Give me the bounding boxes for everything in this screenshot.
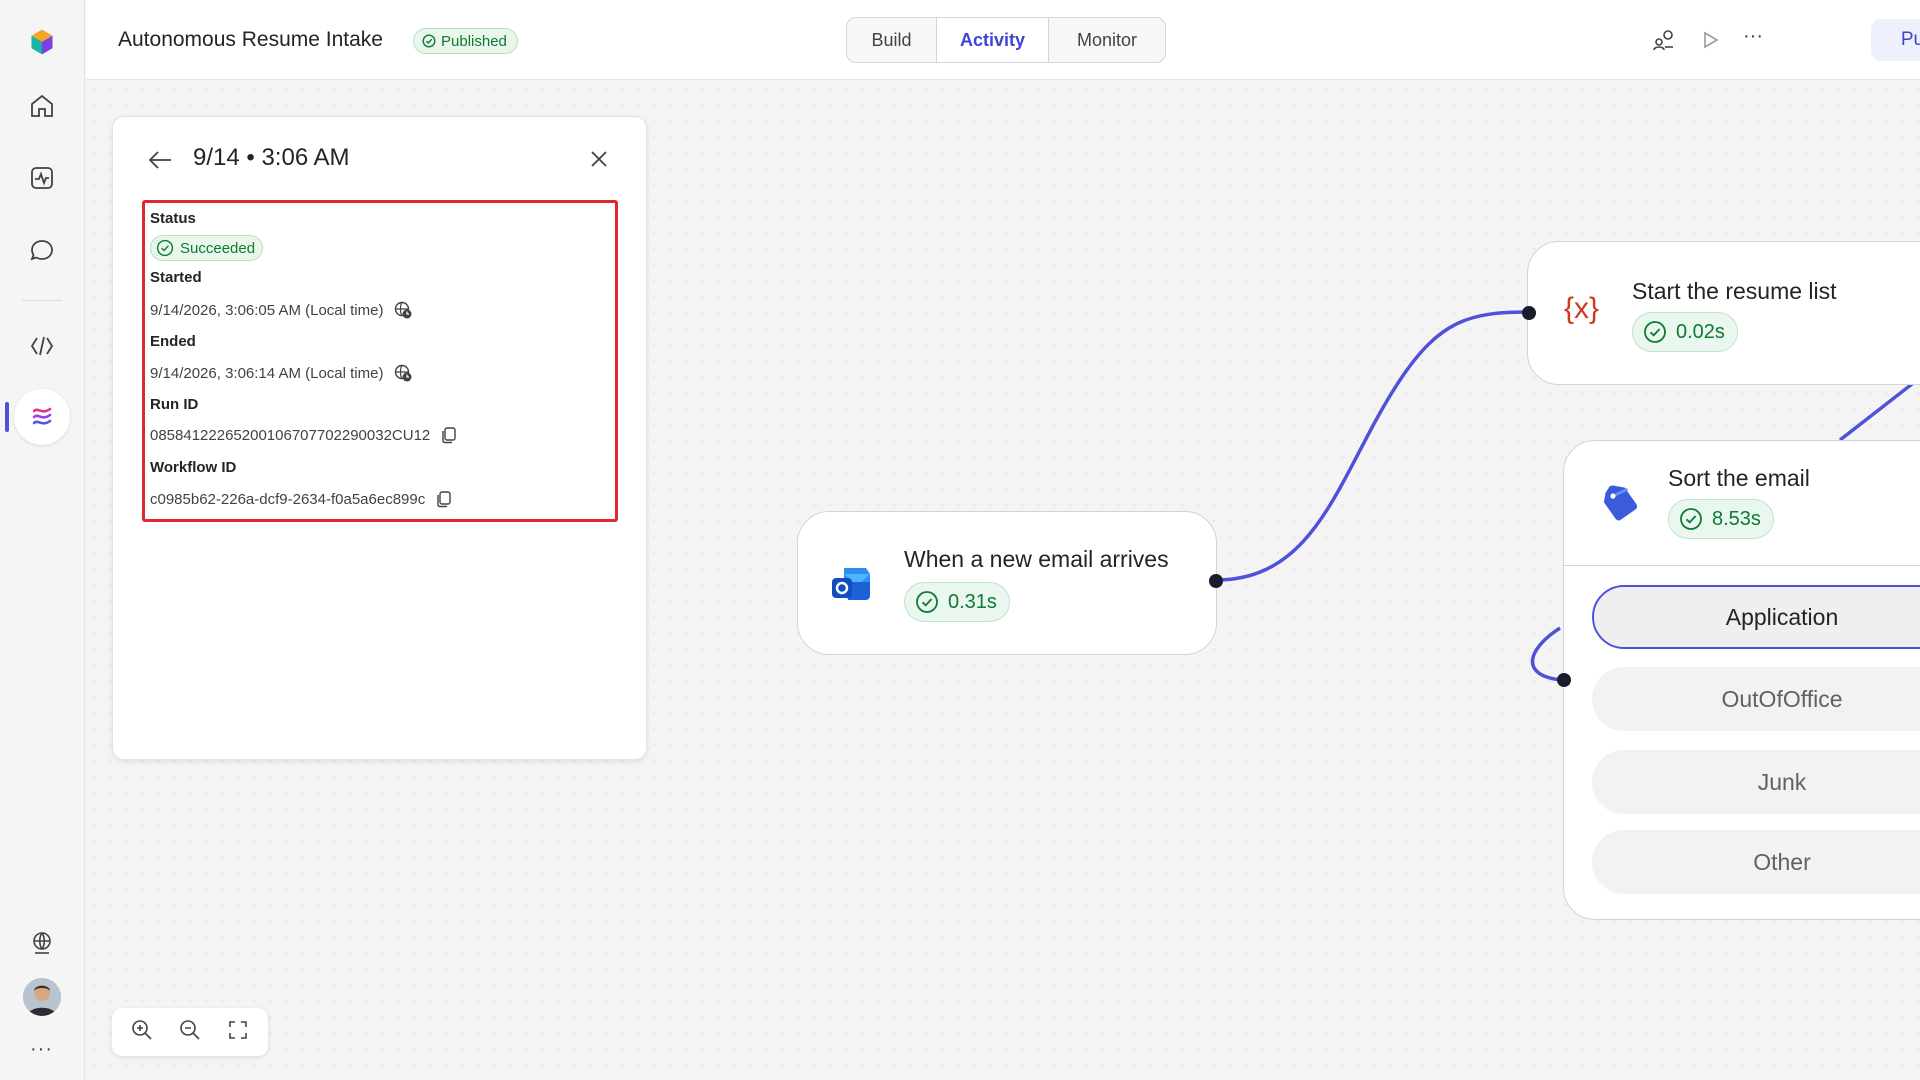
node-email-trigger[interactable]: When a new email arrives 0.31s (797, 511, 1217, 655)
outlook-icon (830, 562, 872, 609)
check-circle-icon (916, 591, 938, 613)
duration-value: 0.31s (948, 590, 997, 613)
copy-icon[interactable] (435, 490, 453, 508)
run-id-row: 08584122265200106707702290032CU12 (150, 426, 458, 444)
run-id-value: 08584122265200106707702290032CU12 (150, 426, 431, 444)
check-circle-icon (156, 239, 174, 257)
workflow-id-label: Workflow ID (150, 459, 237, 476)
duration-badge: 8.53s (1668, 499, 1774, 539)
started-row: 9/14/2026, 3:06:05 AM (Local time) (150, 300, 413, 320)
copy-icon[interactable] (440, 426, 458, 444)
duration-value: 8.53s (1712, 507, 1761, 530)
globe-clock-icon[interactable] (393, 300, 413, 320)
status-value: Succeeded (180, 239, 256, 257)
duration-badge: 0.31s (904, 582, 1010, 622)
check-circle-icon (1644, 321, 1666, 343)
status-badge: Succeeded (150, 235, 264, 261)
connector-sort-to-application (1530, 626, 1563, 682)
close-icon[interactable] (587, 147, 611, 176)
duration-value: 0.02s (1676, 320, 1725, 343)
workflow-id-value: c0985b62-226a-dcf9-2634-f0a5a6ec899c (150, 490, 426, 508)
fit-to-screen-icon[interactable] (226, 1018, 250, 1047)
input-port[interactable] (1557, 673, 1571, 687)
globe-clock-icon[interactable] (393, 363, 413, 383)
run-title: 9/14 • 3:06 AM (193, 144, 350, 171)
connector-trigger-to-list (1215, 310, 1530, 582)
node-start-resume-list[interactable]: {x} Start the resume list 0.02s (1527, 241, 1920, 385)
ended-value: 9/14/2026, 3:06:14 AM (Local time) (150, 364, 384, 382)
branch-other[interactable]: Other (1592, 830, 1920, 894)
node-divider (1564, 565, 1920, 566)
status-label: Status (150, 210, 196, 227)
workflow-id-row: c0985b62-226a-dcf9-2634-f0a5a6ec899c (150, 490, 453, 508)
zoom-out-icon[interactable] (178, 1018, 202, 1047)
node-title: When a new email arrives (904, 546, 1169, 572)
node-title: Sort the email (1668, 465, 1810, 491)
zoom-controls (112, 1008, 268, 1056)
branch-junk[interactable]: Junk (1592, 750, 1920, 814)
check-circle-icon (1680, 508, 1702, 530)
zoom-in-icon[interactable] (130, 1018, 154, 1047)
input-port[interactable] (1522, 306, 1536, 320)
variable-icon: {x} (1564, 292, 1600, 325)
started-value: 9/14/2026, 3:06:05 AM (Local time) (150, 301, 384, 319)
tag-icon (1600, 483, 1640, 528)
node-title: Start the resume list (1632, 278, 1837, 304)
back-arrow-icon[interactable] (147, 149, 173, 176)
run-id-label: Run ID (150, 396, 199, 413)
branch-application[interactable]: Application (1592, 585, 1920, 649)
branch-outofoffice[interactable]: OutOfOffice (1592, 667, 1920, 731)
duration-badge: 0.02s (1632, 312, 1738, 352)
output-port[interactable] (1209, 574, 1223, 588)
ended-label: Ended (150, 333, 196, 350)
ended-row: 9/14/2026, 3:06:14 AM (Local time) (150, 363, 413, 383)
started-label: Started (150, 269, 202, 286)
